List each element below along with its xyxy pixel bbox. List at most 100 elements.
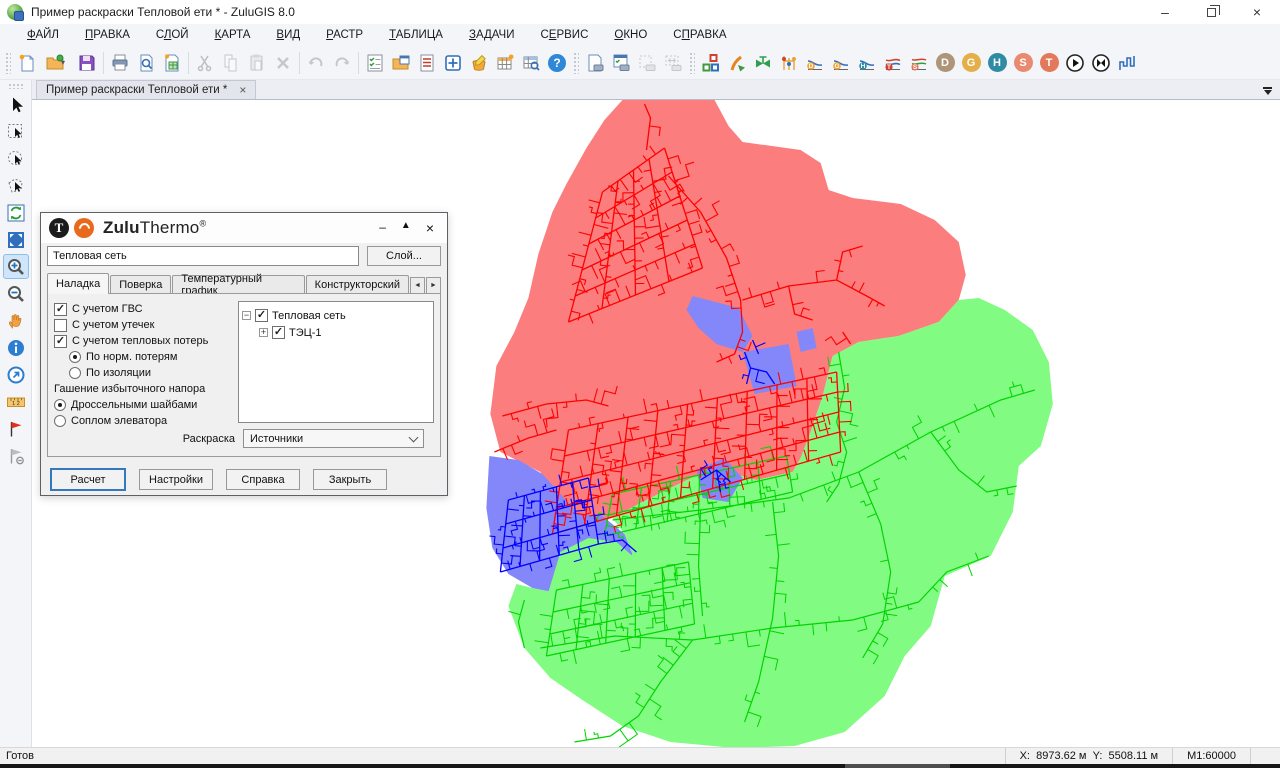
- print-preview-button[interactable]: [133, 50, 159, 76]
- playback-mode-button[interactable]: [1088, 50, 1114, 76]
- open-document-button[interactable]: ▾: [40, 50, 74, 76]
- menu-map[interactable]: КАРТА: [202, 26, 264, 44]
- dialog-collapse-button[interactable]: ▲: [401, 221, 411, 235]
- dialog-minimize-button[interactable]: –: [379, 221, 386, 235]
- print-area-button[interactable]: [634, 50, 660, 76]
- tree-child-row[interactable]: + ✓ ТЭЦ-1: [259, 324, 430, 341]
- radio-elevator-nozzle-circle[interactable]: [54, 415, 66, 427]
- print-map-button[interactable]: [582, 50, 608, 76]
- tab-list-icon[interactable]: [1263, 87, 1272, 95]
- select-polygon-tool[interactable]: [3, 173, 29, 198]
- goto-tool[interactable]: [3, 362, 29, 387]
- menu-view[interactable]: ВИД: [263, 26, 313, 44]
- open-dropdown-caret[interactable]: ▾: [61, 58, 69, 67]
- chart-t-button[interactable]: T: [880, 50, 906, 76]
- chart-d-button[interactable]: D: [802, 50, 828, 76]
- print-composer-button[interactable]: [608, 50, 634, 76]
- histogram-button[interactable]: [1114, 50, 1140, 76]
- menu-tasks[interactable]: ЗАДАЧИ: [456, 26, 528, 44]
- cut-button[interactable]: [192, 50, 218, 76]
- flag-remove-tool[interactable]: [3, 443, 29, 468]
- layer-options-button[interactable]: [362, 50, 388, 76]
- layers-panel-button[interactable]: [388, 50, 414, 76]
- dialog-title-bar[interactable]: T ZuluThermo® – ▲ ×: [41, 213, 447, 243]
- refresh-tool[interactable]: [3, 200, 29, 225]
- checkbox-gvs-box[interactable]: ✓: [54, 303, 67, 316]
- menu-window[interactable]: ОКНО: [601, 26, 660, 44]
- chart-s-button[interactable]: S: [906, 50, 932, 76]
- navigator-button[interactable]: [440, 50, 466, 76]
- chart-g-button[interactable]: G: [828, 50, 854, 76]
- chart-h-button[interactable]: H: [854, 50, 880, 76]
- help-dialog-button[interactable]: Справка: [226, 469, 300, 490]
- style-editor-button[interactable]: [466, 50, 492, 76]
- network-tree[interactable]: − ✓ Тепловая сеть + ✓ ТЭЦ-1: [238, 301, 434, 423]
- thermo-tools-button[interactable]: [724, 50, 750, 76]
- close-dialog-button[interactable]: Закрыть: [313, 469, 387, 490]
- new-table-button[interactable]: [492, 50, 518, 76]
- report-button[interactable]: [159, 50, 185, 76]
- table-query-button[interactable]: [518, 50, 544, 76]
- tab-poverka[interactable]: Поверка: [110, 275, 171, 294]
- tree-child-label[interactable]: ТЭЦ-1: [289, 327, 322, 339]
- layer-select-button[interactable]: Слой...: [367, 246, 441, 266]
- new-document-button[interactable]: [14, 50, 40, 76]
- info-tool[interactable]: [3, 335, 29, 360]
- tree-root-row[interactable]: − ✓ Тепловая сеть: [242, 307, 430, 324]
- delete-button[interactable]: [270, 50, 296, 76]
- tree-expand-icon[interactable]: +: [259, 328, 268, 337]
- badge-t-button[interactable]: T: [1036, 50, 1062, 76]
- print-button[interactable]: [107, 50, 133, 76]
- radio-throttle-washers-circle[interactable]: [54, 399, 66, 411]
- menu-table[interactable]: ТАБЛИЦА: [376, 26, 456, 44]
- settings-button[interactable]: Настройки: [139, 469, 213, 490]
- undo-button[interactable]: [303, 50, 329, 76]
- run-calculation-button[interactable]: [1062, 50, 1088, 76]
- tree-child-checkbox[interactable]: ✓: [272, 326, 285, 339]
- layer-name-input[interactable]: Тепловая сеть: [47, 246, 359, 266]
- tree-root-checkbox[interactable]: ✓: [255, 309, 268, 322]
- full-extent-tool[interactable]: [3, 227, 29, 252]
- network-scheme-button[interactable]: [776, 50, 802, 76]
- radio-insulation-circle[interactable]: [69, 367, 81, 379]
- select-rect-tool[interactable]: [3, 119, 29, 144]
- badge-h-button[interactable]: H: [984, 50, 1010, 76]
- select-circle-tool[interactable]: [3, 146, 29, 171]
- badge-g-button[interactable]: G: [958, 50, 984, 76]
- tab-scroll-right-button[interactable]: ►: [426, 277, 441, 294]
- tree-root-label[interactable]: Тепловая сеть: [272, 310, 346, 322]
- tab-close-icon[interactable]: ×: [239, 84, 246, 96]
- restore-button[interactable]: [1188, 0, 1234, 24]
- print-extent-button[interactable]: [660, 50, 686, 76]
- redo-button[interactable]: [329, 50, 355, 76]
- paste-button[interactable]: [244, 50, 270, 76]
- tree-collapse-icon[interactable]: −: [242, 311, 251, 320]
- tab-temp-graph[interactable]: Температурный график: [172, 275, 304, 294]
- minimize-button[interactable]: –: [1142, 0, 1188, 24]
- calculate-button[interactable]: Расчет: [50, 468, 126, 491]
- legend-button[interactable]: [414, 50, 440, 76]
- menu-service[interactable]: СЕРВИС: [527, 26, 601, 44]
- select-tool[interactable]: [3, 92, 29, 117]
- flag-tool[interactable]: [3, 416, 29, 441]
- tab-konstruktorskiy[interactable]: Конструкторский: [306, 275, 409, 294]
- help-button[interactable]: ?: [544, 50, 570, 76]
- dialog-close-button[interactable]: ×: [426, 221, 434, 235]
- menu-raster[interactable]: РАСТР: [313, 26, 376, 44]
- menu-edit[interactable]: ПРАВКА: [72, 26, 143, 44]
- zoom-out-tool[interactable]: [3, 281, 29, 306]
- menu-layer[interactable]: СЛОЙ: [143, 26, 202, 44]
- document-tab[interactable]: Пример раскраски Тепловой ети * ×: [36, 80, 256, 99]
- status-scale[interactable]: М1:60000: [1172, 748, 1250, 764]
- close-button[interactable]: ×: [1234, 0, 1280, 24]
- menu-help[interactable]: СПРАВКА: [660, 26, 739, 44]
- tab-scroll-left-button[interactable]: ◄: [410, 277, 425, 294]
- valve-button[interactable]: [750, 50, 776, 76]
- measure-tool[interactable]: 1 2: [3, 389, 29, 414]
- checkbox-heat-loss-box[interactable]: ✓: [54, 335, 67, 348]
- coloring-select[interactable]: Источники: [243, 429, 424, 448]
- badge-s-button[interactable]: S: [1010, 50, 1036, 76]
- radio-norm-loss-circle[interactable]: [69, 351, 81, 363]
- checkbox-leaks-box[interactable]: [54, 319, 67, 332]
- badge-d-button[interactable]: D: [932, 50, 958, 76]
